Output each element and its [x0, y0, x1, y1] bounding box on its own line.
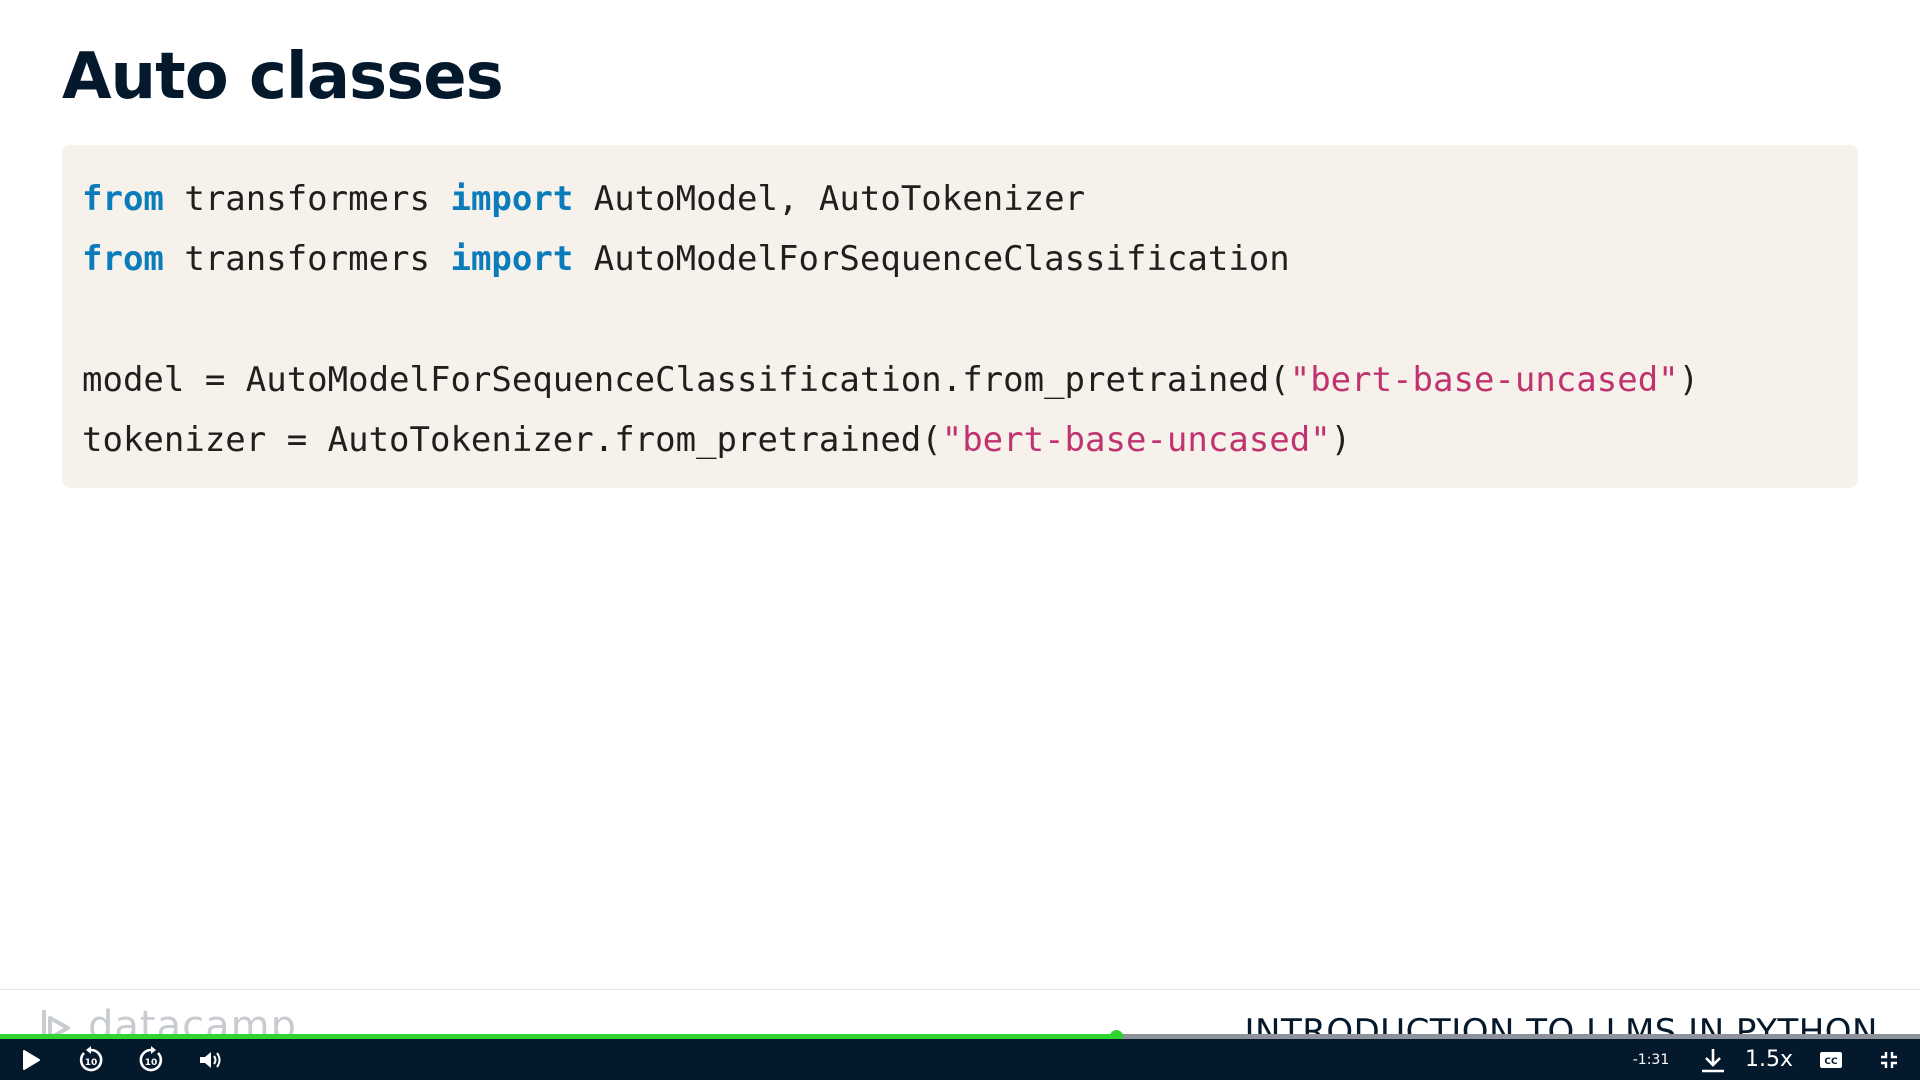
- playback-speed-button[interactable]: 1.5x: [1744, 1039, 1794, 1080]
- code-block: from transformers import AutoModel, Auto…: [62, 145, 1858, 488]
- rewind-10-button[interactable]: 10: [72, 1039, 110, 1080]
- forward-10-button[interactable]: 10: [132, 1039, 170, 1080]
- code-text: AutoModelForSequenceClassification: [573, 239, 1290, 279]
- code-text: transformers: [163, 179, 451, 219]
- footer-divider: [0, 989, 1920, 990]
- code-keyword: import: [450, 239, 574, 279]
- volume-button[interactable]: [194, 1039, 228, 1080]
- forward-10-icon: 10: [139, 1045, 163, 1071]
- exit-fullscreen-icon: [1881, 1051, 1897, 1068]
- code-line-2: from transformers import AutoModelForSeq…: [82, 229, 1858, 289]
- svg-text:CC: CC: [1824, 1057, 1838, 1067]
- volume-icon: [200, 1051, 221, 1068]
- code-keyword: import: [450, 179, 574, 219]
- svg-text:10: 10: [85, 1058, 98, 1068]
- code-text: ): [1678, 360, 1700, 400]
- slide-title: Auto classes: [62, 40, 504, 114]
- download-icon: [1702, 1048, 1724, 1072]
- exit-fullscreen-button[interactable]: [1872, 1039, 1906, 1080]
- captions-icon: CC: [1820, 1051, 1842, 1068]
- code-text: model = AutoModelForSequenceClassificati…: [82, 360, 1290, 400]
- code-keyword: from: [82, 239, 164, 279]
- code-text: tokenizer = AutoTokenizer.from_pretraine…: [82, 420, 942, 460]
- code-text: AutoModel, AutoTokenizer: [573, 179, 1086, 219]
- code-text: transformers: [163, 239, 451, 279]
- code-text: ): [1330, 420, 1352, 460]
- rewind-10-icon: 10: [79, 1045, 103, 1071]
- video-control-bar: 10 10 -1:31 1.5x CC: [0, 1039, 1920, 1080]
- code-line-1: from transformers import AutoModel, Auto…: [82, 169, 1858, 229]
- code-keyword: from: [82, 179, 164, 219]
- code-line-4: model = AutoModelForSequenceClassificati…: [82, 350, 1858, 410]
- code-string: "bert-base-uncased": [941, 420, 1331, 460]
- code-string: "bert-base-uncased": [1289, 360, 1679, 400]
- captions-button[interactable]: CC: [1814, 1039, 1848, 1080]
- time-remaining: -1:31: [1632, 1051, 1670, 1068]
- svg-text:10: 10: [145, 1058, 158, 1068]
- slide: Auto classes from transformers import Au…: [0, 0, 1920, 1080]
- play-button[interactable]: [14, 1039, 48, 1080]
- download-button[interactable]: [1696, 1039, 1730, 1080]
- play-icon: [23, 1049, 40, 1070]
- code-line-5: tokenizer = AutoTokenizer.from_pretraine…: [82, 410, 1858, 470]
